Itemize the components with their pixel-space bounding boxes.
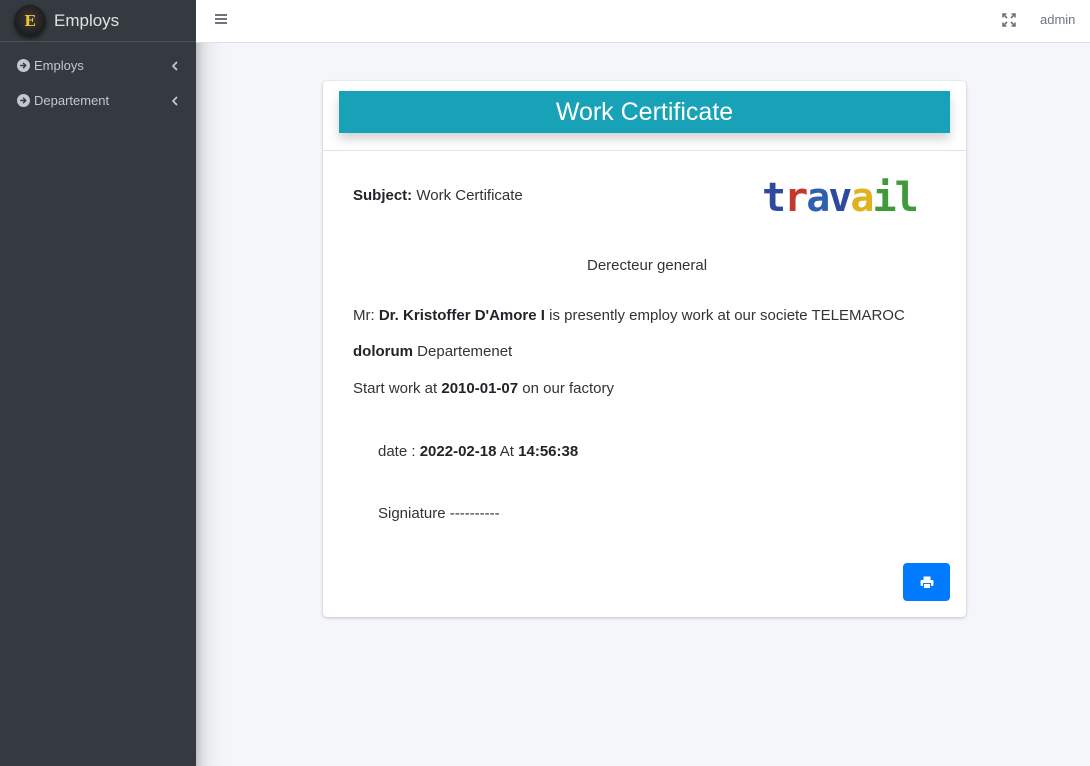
sidebar-item-employs[interactable]: Employs (0, 48, 196, 83)
department-name: dolorum (353, 343, 413, 360)
department-suffix: Departemenet (417, 343, 513, 360)
card-header: Work Certificate (323, 81, 966, 151)
start-suffix: on our factory (522, 380, 614, 397)
arrow-circle-right-icon (17, 94, 30, 107)
arrow-circle-right-icon (17, 59, 30, 72)
subject-line: Subject: Work Certificate (353, 187, 523, 204)
start-work-line: Start work at 2010-01-07 on our factory (353, 380, 614, 397)
employee-name: Dr. Kristoffer D'Amore I (378, 307, 545, 324)
signature-line: Signiature ---------- (378, 505, 500, 522)
chevron-left-icon (172, 61, 178, 70)
certificate-card: Work Certificate Subject: Work Certifica… (323, 81, 966, 617)
sidebar: E Employs Employs Departement (0, 0, 196, 766)
fullscreen-icon[interactable] (1002, 13, 1016, 27)
sidebar-item-departement[interactable]: Departement (0, 83, 196, 118)
date-line: date : 2022-02-18 At 14:56:38 (378, 443, 578, 460)
department-line: dolorum Departemenet (353, 343, 512, 360)
svg-text:travail: travail (762, 175, 917, 221)
time-value: 14:56:38 (518, 443, 579, 460)
date-value: 2022-02-18 (419, 443, 497, 460)
at-label: At (499, 443, 514, 460)
start-prefix: Start work at (353, 380, 438, 397)
sidebar-nav: Employs Departement (0, 48, 196, 118)
start-date: 2010-01-07 (441, 380, 519, 397)
brand-name: Employs (54, 10, 120, 30)
travail-logo: travail (762, 175, 918, 221)
sidebar-item-label: Departement (34, 93, 110, 108)
chevron-left-icon (172, 96, 178, 105)
mr-prefix: Mr: (353, 307, 375, 324)
print-button[interactable] (903, 563, 950, 601)
title-bar: Work Certificate (339, 91, 950, 133)
menu-toggle-icon[interactable] (215, 14, 227, 24)
sidebar-item-label: Employs (34, 58, 84, 73)
addressee: Derecteur general (587, 257, 708, 274)
subject-value: Work Certificate (416, 187, 523, 204)
employee-statement: Mr: Dr. Kristoffer D'Amore I is presentl… (353, 307, 905, 324)
brand-logo-letter: E (24, 11, 36, 30)
print-icon (920, 576, 933, 589)
user-menu[interactable]: admin (1040, 12, 1075, 27)
page-title: Work Certificate (555, 97, 734, 126)
brand-logo: E (14, 4, 46, 37)
top-navbar: admin (196, 0, 1090, 43)
subject-label: Subject: (353, 187, 413, 204)
brand-link[interactable]: E Employs (0, 0, 196, 42)
date-label: date : (378, 443, 416, 460)
employ-sentence: is presently employ work at our societe … (549, 307, 905, 324)
